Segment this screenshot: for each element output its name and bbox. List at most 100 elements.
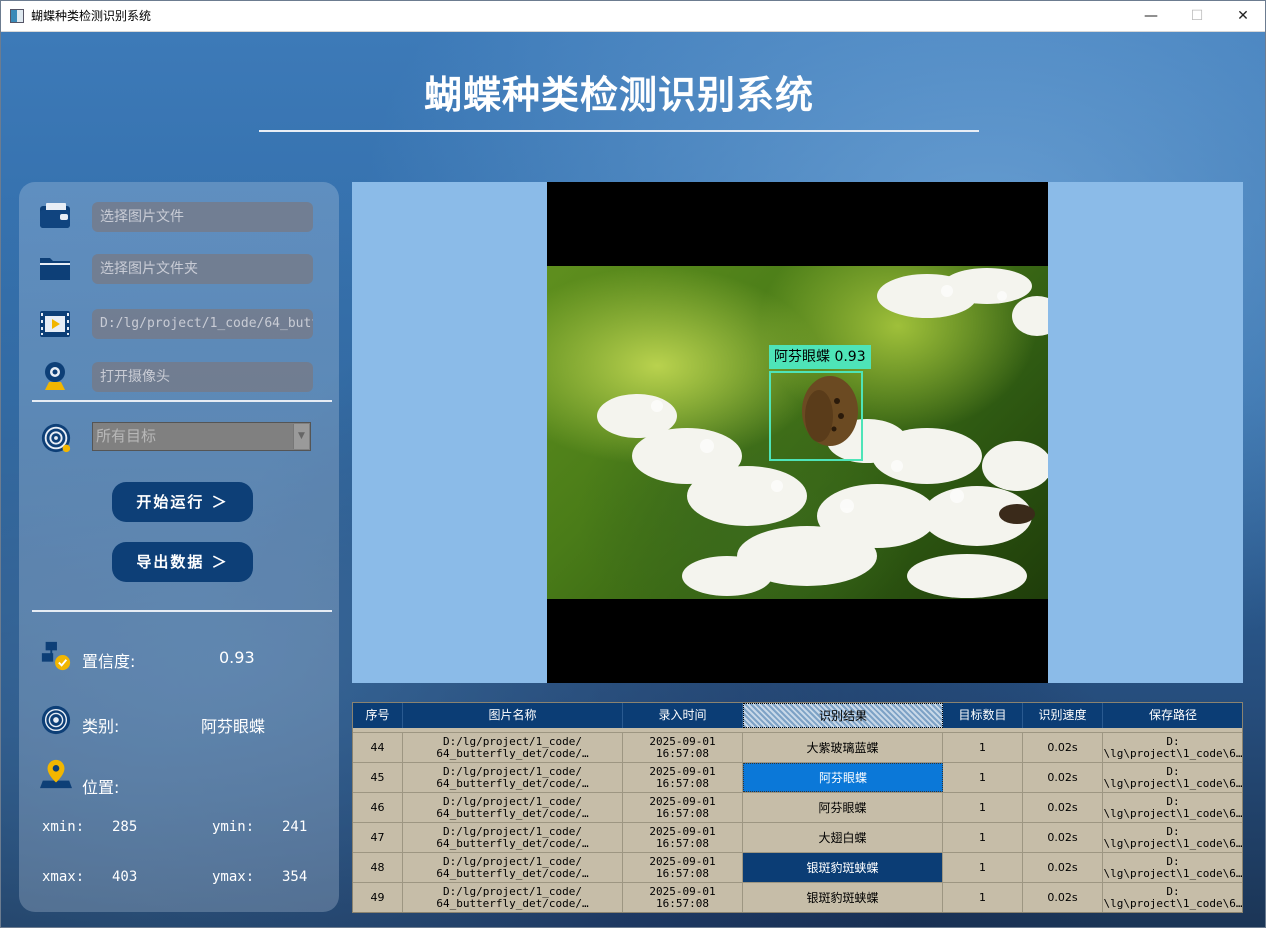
table-cell-id[interactable]: 45	[353, 763, 403, 792]
table-cell-id[interactable]: 46	[353, 793, 403, 822]
export-button[interactable]: 导出数据 ＞	[112, 542, 253, 582]
table-cell-name[interactable]: D:/lg/project/1_code/ 64_butterfly_det/c…	[403, 793, 623, 822]
cell-text: 1	[979, 770, 986, 784]
table-row[interactable]: 48 D:/lg/project/1_code/ 64_butterfly_det…	[353, 852, 1242, 882]
table-row[interactable]: 45 D:/lg/project/1_code/ 64_butterfly_det…	[353, 762, 1242, 792]
col-header-save-path[interactable]: 保存路径	[1103, 703, 1242, 728]
image-file-input[interactable]: 选择图片文件	[92, 202, 313, 232]
table-cell-name[interactable]: D:/lg/project/1_code/ 64_butterfly_det/c…	[403, 823, 623, 852]
table-cell-count[interactable]: 1	[943, 823, 1023, 852]
table-cell-name[interactable]: D:/lg/project/1_code/ 64_butterfly_det/c…	[403, 733, 623, 762]
class-value: 阿芬眼蝶	[201, 717, 266, 736]
cell-text: 银斑豹斑蛱蝶	[806, 890, 879, 905]
table-cell-speed[interactable]: 0.02s	[1023, 793, 1103, 822]
xmin-label: xmin:	[42, 819, 85, 835]
cell-text: 大翅白蝶	[818, 830, 867, 845]
table-cell-id[interactable]: 44	[353, 733, 403, 762]
window-title: 蝴蝶种类检测识别系统	[31, 9, 152, 23]
table-cell-result[interactable]: 银斑豹斑蛱蝶	[743, 883, 943, 912]
table-cell-speed[interactable]: 0.02s	[1023, 763, 1103, 792]
table-cell-name[interactable]: D:/lg/project/1_code/ 64_butterfly_det/c…	[403, 763, 623, 792]
table-cell-count[interactable]: 1	[943, 793, 1023, 822]
table-cell-id[interactable]: 49	[353, 883, 403, 912]
cell-text: D:/lg/project/1_code/ 64_butterfly_det/c…	[436, 854, 589, 880]
table-cell-time[interactable]: 2025-09-01 16:57:08	[623, 853, 743, 882]
cell-text: D: \lg\project\1_code\6…	[1103, 794, 1243, 820]
table-cell-path[interactable]: D: \lg\project\1_code\6…	[1103, 733, 1242, 762]
table-row[interactable]: 49 D:/lg/project/1_code/ 64_butterfly_det…	[353, 882, 1242, 912]
table-cell-path[interactable]: D: \lg\project\1_code\6…	[1103, 823, 1243, 852]
camera-icon[interactable]	[38, 360, 72, 392]
confidence-value: 0.93	[219, 648, 255, 667]
table-cell-count[interactable]: 1	[943, 853, 1023, 882]
table-row[interactable]: 46 D:/lg/project/1_code/ 64_butterfly_det…	[353, 792, 1242, 822]
table-cell-time[interactable]: 2025-09-01 16:57:08	[623, 733, 743, 762]
table-cell-path[interactable]: D: \lg\project\1_code\6…	[1103, 793, 1243, 822]
col-header-index[interactable]: 序号	[353, 703, 403, 728]
col-header-speed[interactable]: 识别速度	[1023, 703, 1103, 728]
maximize-button[interactable]: ☐	[1174, 1, 1220, 31]
table-cell-path[interactable]: D: \lg\project\1_code\6…	[1103, 763, 1242, 792]
table-cell-count[interactable]: 1	[943, 763, 1023, 792]
table-cell-path[interactable]: D: \lg\project\1_code\6…	[1103, 853, 1242, 882]
title-bar[interactable]: 蝴蝶种类检测识别系统 — ☐ ✕	[1, 1, 1265, 32]
col-header-time[interactable]: 录入时间	[623, 703, 743, 728]
table-cell-count[interactable]: 1	[943, 733, 1023, 762]
target-select[interactable]: 所有目标 ▼	[92, 422, 311, 451]
cell-text: 2025-09-01 16:57:08	[649, 824, 716, 850]
table-cell-result[interactable]: 阿芬眼蝶	[743, 763, 943, 792]
cell-text: D:/lg/project/1_code/ 64_butterfly_det/c…	[436, 794, 589, 820]
table-cell-result[interactable]: 大翅白蝶	[743, 823, 943, 852]
cell-text: 0.02s	[1047, 890, 1078, 904]
start-button[interactable]: 开始运行 ＞	[112, 482, 253, 522]
cell-text: 阿芬眼蝶	[818, 770, 867, 785]
results-table[interactable]: 序号 图片名称 录入时间 识别结果 目标数目 识别速度 保存路径 44 D:/lg…	[352, 702, 1243, 913]
xmax-value: 403	[112, 869, 138, 885]
table-cell-name[interactable]: D:/lg/project/1_code/ 64_butterfly_det/c…	[403, 853, 623, 882]
table-cell-time[interactable]: 2025-09-01 16:57:08	[623, 883, 743, 912]
col-header-result[interactable]: 识别结果	[743, 703, 943, 728]
table-cell-path[interactable]: D: \lg\project\1_code\6…	[1103, 883, 1242, 912]
cell-text: 1	[979, 830, 986, 844]
cell-text: 49	[370, 890, 385, 904]
table-row[interactable]: 47 D:/lg/project/1_code/ 64_butterfly_det…	[353, 822, 1242, 852]
table-cell-result[interactable]: 大紫玻璃蓝蝶	[743, 733, 943, 762]
table-cell-time[interactable]: 2025-09-01 16:57:08	[623, 793, 743, 822]
col-header-count[interactable]: 目标数目	[943, 703, 1023, 728]
app-window: 蝴蝶种类检测识别系统 — ☐ ✕ 蝴蝶种类检测识别系统 选择图片文件 选择图片文…	[0, 0, 1266, 928]
target-select-value: 所有目标	[96, 427, 157, 445]
cell-text: D: \lg\project\1_code\6…	[1103, 824, 1243, 850]
table-cell-speed[interactable]: 0.02s	[1023, 883, 1103, 912]
butterfly-photo: 阿芬眼蝶 0.93	[547, 266, 1048, 599]
video-icon[interactable]	[38, 308, 72, 340]
cell-text: 48	[370, 860, 385, 874]
table-cell-time[interactable]: 2025-09-01 16:57:08	[623, 823, 743, 852]
table-cell-result[interactable]: 阿芬眼蝶	[743, 793, 943, 822]
table-cell-name[interactable]: D:/lg/project/1_code/ 64_butterfly_det/c…	[403, 883, 623, 912]
chevron-down-icon[interactable]: ▼	[293, 424, 309, 449]
table-cell-result[interactable]: 银斑豹斑蛱蝶	[743, 853, 943, 882]
image-file-icon[interactable]	[38, 200, 72, 232]
col-header-image-name[interactable]: 图片名称	[403, 703, 623, 728]
video-path-input[interactable]: D:/lg/project/1_code/64_butterfly_det	[92, 309, 313, 339]
ymax-value: 354	[282, 869, 308, 885]
cell-text: 2025-09-01 16:57:08	[649, 854, 716, 880]
table-cell-speed[interactable]: 0.02s	[1023, 823, 1103, 852]
cell-text: 银斑豹斑蛱蝶	[806, 860, 879, 875]
table-row[interactable]: 44 D:/lg/project/1_code/ 64_butterfly_det…	[353, 732, 1242, 762]
minimize-button[interactable]: —	[1128, 1, 1174, 31]
close-button[interactable]: ✕	[1220, 1, 1265, 31]
camera-input[interactable]: 打开摄像头	[92, 362, 313, 392]
folder-icon[interactable]	[38, 252, 72, 284]
table-cell-id[interactable]: 48	[353, 853, 403, 882]
cell-text: 0.02s	[1047, 800, 1078, 814]
xmin-value: 285	[112, 819, 138, 835]
image-folder-input[interactable]: 选择图片文件夹	[92, 254, 313, 284]
table-cell-time[interactable]: 2025-09-01 16:57:08	[623, 763, 743, 792]
location-label: 位置:	[82, 778, 120, 797]
table-cell-speed[interactable]: 0.02s	[1023, 733, 1103, 762]
class-icon	[41, 705, 71, 735]
table-cell-speed[interactable]: 0.02s	[1023, 853, 1103, 882]
table-cell-id[interactable]: 47	[353, 823, 403, 852]
table-cell-count[interactable]: 1	[943, 883, 1023, 912]
